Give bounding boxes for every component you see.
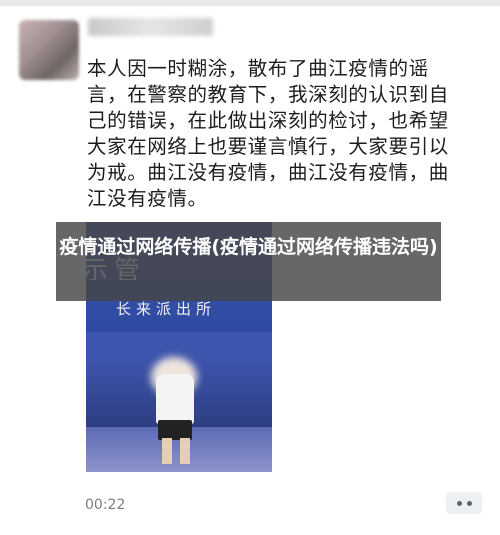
more-options-button[interactable] — [446, 492, 482, 514]
person-body — [156, 374, 194, 424]
title-overlay: 疫情通过网络传播(疫情通过网络传播违法吗) — [56, 222, 441, 301]
police-station-sign: 长来派出所 — [116, 300, 217, 318]
more-dots-icon — [466, 500, 472, 506]
username-blurred[interactable] — [88, 18, 213, 36]
more-dots-icon — [456, 500, 462, 506]
top-bar — [0, 0, 500, 6]
post-timestamp: 00:22 — [85, 497, 126, 513]
overlay-title: 疫情通过网络传播(疫情通过网络传播违法吗) — [59, 236, 438, 258]
person-legs — [162, 438, 190, 464]
avatar[interactable] — [19, 20, 79, 80]
person-shorts — [158, 420, 192, 440]
post-text: 本人因一时糊涂，散布了曲江疫情的谣言，在警察的教育下，我深刻的认识到自己的错误，… — [87, 57, 449, 210]
